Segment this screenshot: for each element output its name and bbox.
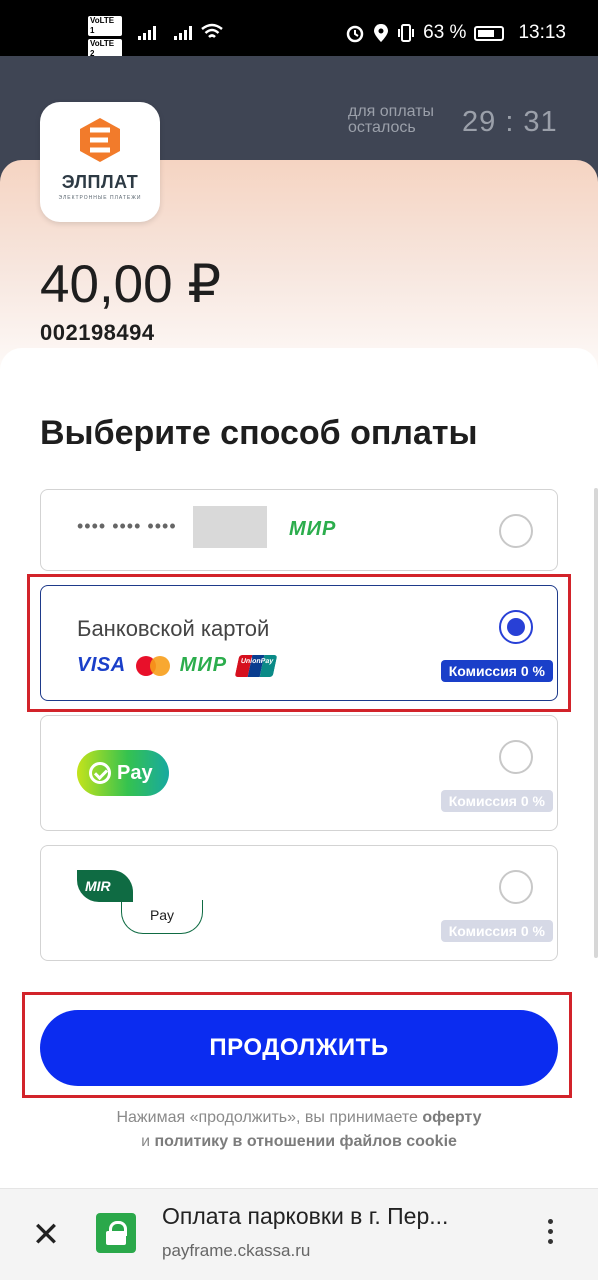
status-bar: VoLTE 1 VoLTE 2 63 % 13:13 xyxy=(0,0,598,59)
battery-percent: 63 % xyxy=(423,22,467,43)
radio-mirpay[interactable] xyxy=(499,870,533,904)
countdown-timer: 29 : 31 xyxy=(462,106,558,138)
consent-prefix: Нажимая «продолжить», вы принимаете xyxy=(116,1109,423,1126)
vibrate-icon xyxy=(398,24,415,42)
payment-header: ЭЛПЛАТ ЭЛЕКТРОННЫЕ ПЛАТЕЖИ для оплаты ос… xyxy=(0,56,598,400)
sberpay-label: Pay xyxy=(117,761,153,784)
mirpay-logo: MIR Pay xyxy=(77,870,207,936)
consent-line2: и политику в отношении файлов cookie xyxy=(0,1130,598,1154)
alarm-icon xyxy=(346,25,364,43)
mirpay-bottom: Pay xyxy=(121,900,203,934)
payment-option-saved-card[interactable]: •••• •••• •••• МИР xyxy=(40,489,558,571)
signal-sim1-icon xyxy=(138,24,156,40)
commission-badge: Комиссия 0 % xyxy=(440,920,553,942)
signal-sim2-icon xyxy=(174,24,192,40)
offer-link[interactable]: оферту xyxy=(422,1109,481,1126)
wifi-icon xyxy=(201,23,223,38)
volte-sim1: VoLTE 1 xyxy=(88,16,122,36)
merchant-logo: ЭЛПЛАТ ЭЛЕКТРОННЫЕ ПЛАТЕЖИ xyxy=(40,102,160,222)
timer-label-line1: для оплаты xyxy=(348,103,435,120)
logo-subtext: ЭЛЕКТРОННЫЕ ПЛАТЕЖИ xyxy=(58,195,142,201)
sberpay-logo: Pay xyxy=(77,750,169,796)
order-number: 002198494 xyxy=(40,320,155,345)
radio-sberpay[interactable] xyxy=(499,740,533,774)
highlight-bank-card xyxy=(27,574,571,712)
consent-prefix2: и xyxy=(141,1133,155,1150)
logo-text: ЭЛПЛАТ xyxy=(61,172,139,192)
cookie-policy-link[interactable]: политику в отношении файлов cookie xyxy=(154,1133,456,1150)
browser-url: payframe.ckassa.ru xyxy=(162,1241,311,1260)
battery-icon xyxy=(474,25,505,41)
consent-text: Нажимая «продолжить», вы принимаете офер… xyxy=(0,1106,598,1154)
consent-line1: Нажимая «продолжить», вы принимаете офер… xyxy=(0,1106,598,1130)
more-menu-icon[interactable] xyxy=(540,1219,560,1244)
payment-amount: 40,00 ₽ xyxy=(40,255,222,314)
timer-label: для оплаты осталось xyxy=(348,104,434,136)
page-title: Выберите способ оплаты xyxy=(40,414,478,452)
commission-badge: Комиссия 0 % xyxy=(440,790,553,812)
mir-logo: МИР xyxy=(289,518,337,540)
payment-sheet: Выберите способ оплаты •••• •••• •••• МИ… xyxy=(0,348,598,1188)
close-icon[interactable]: ✕ xyxy=(30,1218,62,1252)
timer-label-line2: осталось xyxy=(348,119,416,136)
lock-icon[interactable] xyxy=(96,1213,136,1253)
browser-bar: ✕ Оплата парковки в г. Пер... payframe.c… xyxy=(0,1188,598,1280)
status-right: 63 % 13:13 xyxy=(345,22,566,44)
clock: 13:13 xyxy=(518,22,566,43)
elplat-logo-icon xyxy=(80,118,120,162)
radio-saved-card[interactable] xyxy=(499,514,533,548)
sber-check-icon xyxy=(89,762,111,784)
card-number-redaction xyxy=(193,506,267,548)
payment-option-sberpay[interactable]: Pay Комиссия 0 % xyxy=(40,715,558,831)
payment-option-mirpay[interactable]: MIR Pay Комиссия 0 % xyxy=(40,845,558,961)
scrollbar[interactable] xyxy=(594,488,598,958)
location-icon xyxy=(374,24,389,42)
continue-button[interactable]: ПРОДОЛЖИТЬ xyxy=(40,1010,558,1086)
masked-card-number: •••• •••• •••• xyxy=(77,516,177,536)
mirpay-top: MIR xyxy=(77,870,133,902)
browser-page-title: Оплата парковки в г. Пер... xyxy=(162,1203,449,1229)
